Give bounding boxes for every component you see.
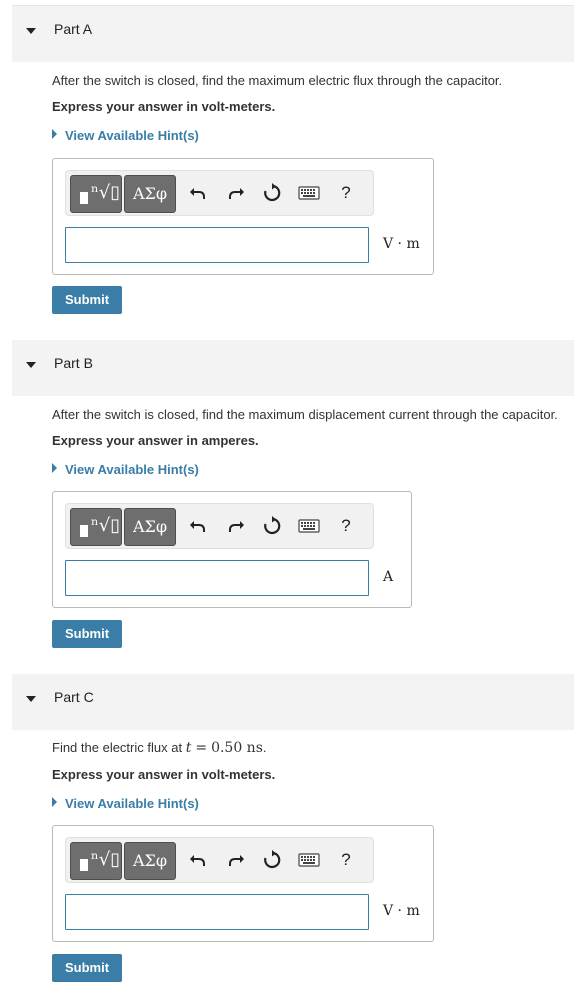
help-button[interactable]: ? — [336, 850, 356, 870]
part-c-header[interactable]: Part C — [12, 674, 574, 730]
answer-instruction: Express your answer in amperes. — [52, 433, 259, 448]
templates-button[interactable]: ⁿ√▯ — [70, 508, 122, 546]
submit-button[interactable]: Submit — [52, 954, 122, 982]
question-prefix: Find the electric flux at — [52, 740, 183, 755]
cursor-square-icon — [80, 192, 88, 204]
time-variable: t — [185, 740, 192, 756]
expand-triangle-icon — [52, 129, 57, 139]
answer-input[interactable] — [65, 560, 369, 596]
time-value: 0.50 ns — [211, 740, 263, 756]
answer-instruction: Express your answer in volt-meters. — [52, 767, 276, 782]
part-a-header[interactable]: Part A — [12, 6, 574, 62]
redo-icon[interactable] — [226, 183, 246, 203]
templates-button[interactable]: ⁿ√▯ — [70, 842, 122, 880]
root-template-icon: ⁿ√▯ — [91, 515, 121, 536]
question-suffix: . — [262, 740, 267, 755]
answer-instruction: Express your answer in volt-meters. — [52, 99, 276, 114]
redo-icon[interactable] — [226, 516, 246, 536]
root-template-icon: ⁿ√▯ — [91, 182, 121, 203]
collapse-caret-icon — [26, 28, 36, 34]
question-text: After the switch is closed, find the max… — [52, 73, 503, 88]
collapse-caret-icon — [26, 696, 36, 702]
collapse-caret-icon — [26, 362, 36, 368]
reset-icon[interactable] — [262, 850, 282, 870]
question-text: After the switch is closed, find the max… — [52, 407, 558, 422]
keyboard-icon[interactable] — [298, 517, 320, 535]
keyboard-icon[interactable] — [298, 851, 320, 869]
view-hints-link[interactable]: View Available Hint(s) — [52, 128, 199, 143]
greek-symbols-button[interactable]: ΑΣφ — [124, 842, 176, 880]
part-title: Part B — [54, 355, 93, 371]
templates-button[interactable]: ⁿ√▯ — [70, 175, 122, 213]
answer-input[interactable] — [65, 227, 369, 263]
greek-symbols-button[interactable]: ΑΣφ — [124, 175, 176, 213]
answer-box: ⁿ√▯ ΑΣφ ? A — [52, 491, 412, 608]
root-template-icon: ⁿ√▯ — [91, 849, 121, 870]
equation-toolbar: ⁿ√▯ ΑΣφ ? — [65, 837, 374, 883]
answer-box: ⁿ√▯ ΑΣφ ? V · m — [52, 158, 434, 275]
help-button[interactable]: ? — [336, 183, 356, 203]
part-b-header[interactable]: Part B — [12, 340, 574, 396]
equation-toolbar: ⁿ√▯ ΑΣφ ? — [65, 503, 374, 549]
greek-symbols-button[interactable]: ΑΣφ — [124, 508, 176, 546]
part-title: Part C — [54, 689, 94, 705]
equals-sign: = — [195, 740, 208, 756]
answer-box: ⁿ√▯ ΑΣφ ? V · m — [52, 825, 434, 942]
expand-triangle-icon — [52, 797, 57, 807]
hint-label: View Available Hint(s) — [65, 462, 199, 477]
answer-unit: V · m — [383, 236, 420, 252]
cursor-square-icon — [80, 525, 88, 537]
help-button[interactable]: ? — [336, 516, 356, 536]
answer-input[interactable] — [65, 894, 369, 930]
keyboard-icon[interactable] — [298, 184, 320, 202]
hint-label: View Available Hint(s) — [65, 796, 199, 811]
submit-button[interactable]: Submit — [52, 620, 122, 648]
submit-button[interactable]: Submit — [52, 286, 122, 314]
view-hints-link[interactable]: View Available Hint(s) — [52, 796, 199, 811]
undo-icon[interactable] — [188, 516, 208, 536]
reset-icon[interactable] — [262, 183, 282, 203]
answer-unit: V · m — [383, 903, 420, 919]
undo-icon[interactable] — [188, 183, 208, 203]
part-title: Part A — [54, 21, 93, 37]
answer-unit: A — [383, 569, 394, 585]
expand-triangle-icon — [52, 463, 57, 473]
redo-icon[interactable] — [226, 850, 246, 870]
equation-toolbar: ⁿ√▯ ΑΣφ ? — [65, 170, 374, 216]
hint-label: View Available Hint(s) — [65, 128, 199, 143]
view-hints-link[interactable]: View Available Hint(s) — [52, 462, 199, 477]
undo-icon[interactable] — [188, 850, 208, 870]
question-text: Find the electric flux at t = 0.50 ns. — [52, 740, 267, 756]
cursor-square-icon — [80, 859, 88, 871]
reset-icon[interactable] — [262, 516, 282, 536]
